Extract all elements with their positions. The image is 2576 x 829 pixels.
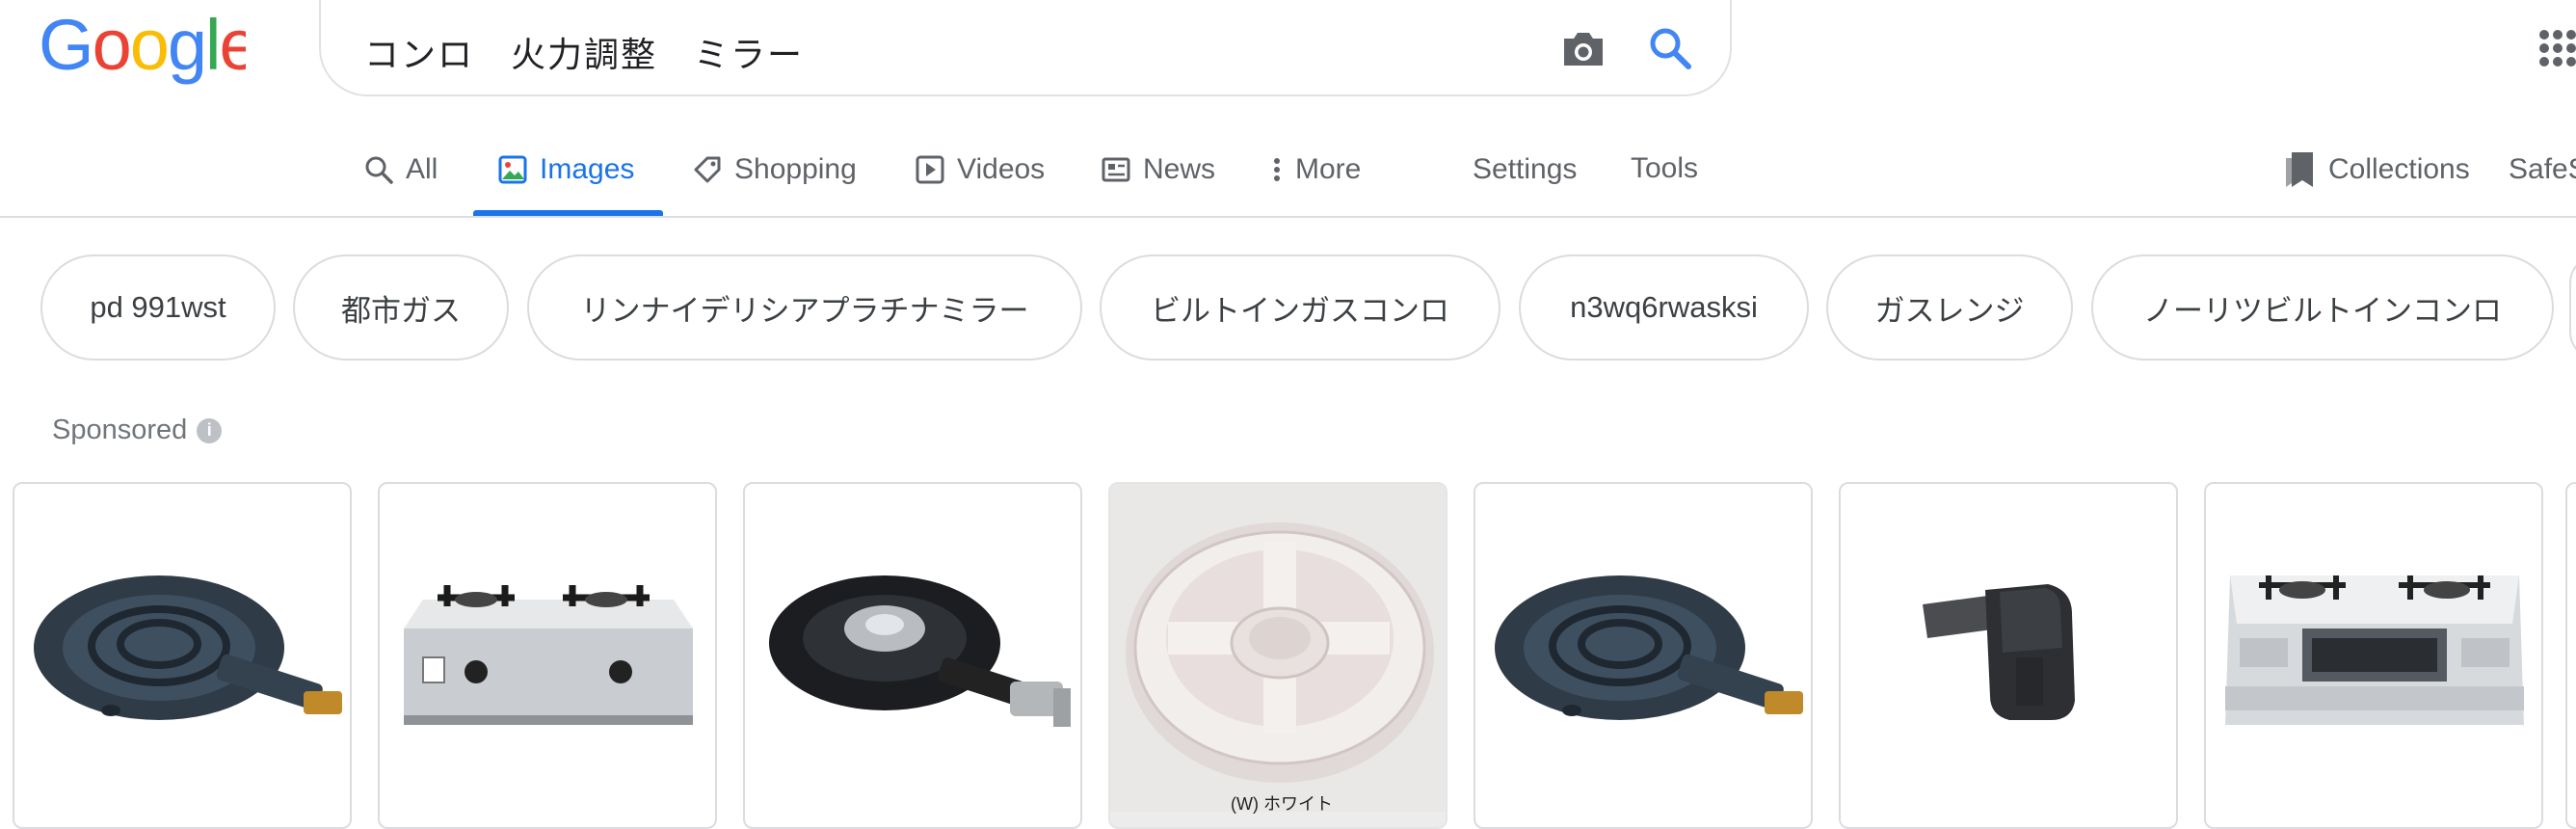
related-search-chip[interactable]: pd 991wst <box>40 254 276 361</box>
collections-link[interactable]: Collections <box>2282 150 2470 189</box>
tab-label: Videos <box>957 153 1046 185</box>
info-icon[interactable]: i <box>197 417 223 443</box>
tab-news[interactable]: News <box>1101 150 1215 189</box>
product-image <box>2225 575 2524 725</box>
tools-link[interactable]: Tools <box>1631 149 1698 188</box>
product-caption: (W) ホワイト <box>1231 794 1333 814</box>
tab-label: Shopping <box>734 153 857 185</box>
product-image <box>1923 584 2075 720</box>
image-icon <box>498 155 527 184</box>
product-image <box>1495 575 1803 720</box>
tab-images[interactable]: Images <box>497 150 634 189</box>
related-search-chip[interactable]: ガスレンジ <box>1826 254 2073 361</box>
tag-icon <box>694 156 721 183</box>
related-search-chip[interactable]: リンナイデリシアプラチナミラー <box>527 254 1082 361</box>
related-search-chip-overflow[interactable] <box>2569 254 2576 361</box>
collections-label: Collections <box>2328 153 2470 185</box>
tab-videos[interactable]: Videos <box>915 150 1045 189</box>
product-card[interactable] <box>1474 482 1813 829</box>
search-icon <box>365 156 393 184</box>
product-image <box>1110 484 1446 812</box>
sponsored-text: Sponsored <box>52 414 188 445</box>
settings-link[interactable]: Settings <box>1473 150 1577 189</box>
header-divider <box>0 216 2576 218</box>
product-card[interactable] <box>13 482 352 829</box>
more-vertical-icon <box>1274 158 1280 181</box>
product-image <box>769 575 1071 727</box>
tab-label: More <box>1295 153 1362 185</box>
tab-label: All <box>406 153 438 185</box>
camera-icon[interactable] <box>1558 23 1608 73</box>
product-card[interactable] <box>1839 482 2178 829</box>
related-search-chip[interactable]: 都市ガス <box>293 254 509 361</box>
tab-label: News <box>1143 153 1216 185</box>
product-card-overflow[interactable] <box>2565 482 2576 829</box>
search-icon[interactable] <box>1645 23 1695 73</box>
product-card[interactable] <box>378 482 717 829</box>
apps-grid-icon[interactable] <box>2535 23 2576 73</box>
news-icon <box>1102 157 1130 182</box>
search-input[interactable]: コンロ 火力調整 ミラー <box>364 27 804 77</box>
product-image <box>34 575 342 720</box>
related-search-chip[interactable]: ノーリツビルトインコンロ <box>2091 254 2554 361</box>
play-icon <box>916 155 944 184</box>
product-card[interactable] <box>2204 482 2543 829</box>
tab-shopping[interactable]: Shopping <box>692 150 857 189</box>
product-image <box>404 585 693 725</box>
product-card[interactable] <box>743 482 1082 829</box>
related-search-chip[interactable]: n3wq6rwasksi <box>1519 254 1809 361</box>
product-card[interactable]: (W) ホワイト <box>1108 482 1447 829</box>
tab-all[interactable]: All <box>363 150 438 189</box>
safesearch-link[interactable]: SafeS <box>2509 150 2576 189</box>
related-search-chip[interactable]: ビルトインガスコンロ <box>1100 254 1500 361</box>
google-logo[interactable]: Google <box>39 5 259 85</box>
svg-text:Google: Google <box>39 10 246 85</box>
sponsored-label: Sponsored i <box>52 414 223 446</box>
bookmark-icon <box>2286 152 2313 187</box>
tab-more[interactable]: More <box>1270 150 1361 189</box>
tab-label: Images <box>540 153 635 185</box>
